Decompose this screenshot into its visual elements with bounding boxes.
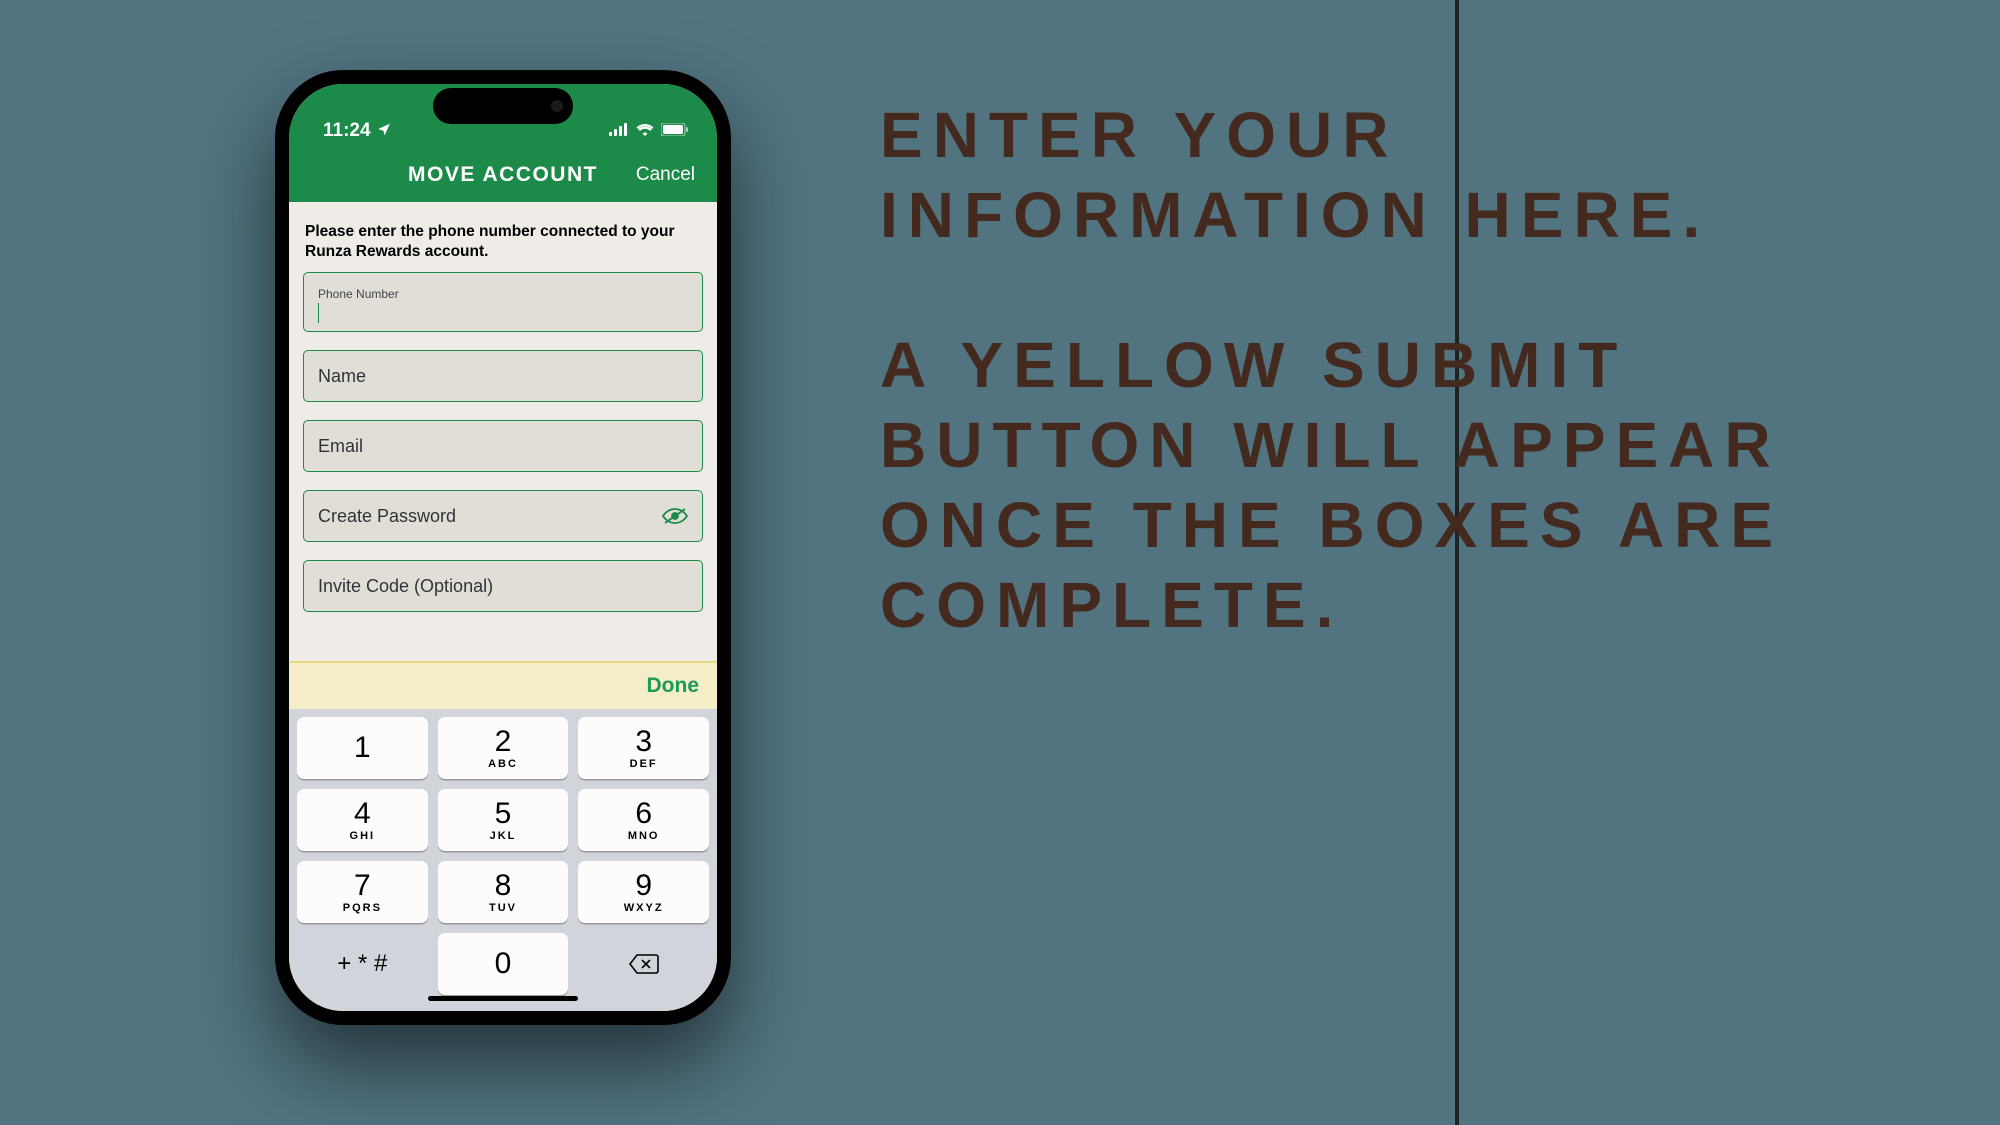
phone-mockup: 11:24 xyxy=(275,70,731,1025)
key-9[interactable]: 9WXYZ xyxy=(578,861,709,923)
name-field[interactable]: Name xyxy=(303,350,703,402)
key-8[interactable]: 8TUV xyxy=(438,861,569,923)
key-2[interactable]: 2ABC xyxy=(438,717,569,779)
key-1[interactable]: 1 xyxy=(297,717,428,779)
key-6[interactable]: 6MNO xyxy=(578,789,709,851)
status-time: 11:24 xyxy=(323,120,371,142)
location-icon xyxy=(377,120,391,142)
keyboard-toolbar: Done xyxy=(289,661,717,709)
phone-field[interactable]: Phone Number xyxy=(303,272,703,332)
name-placeholder: Name xyxy=(318,366,366,387)
app-header: MOVE ACCOUNT Cancel xyxy=(289,148,717,202)
wifi-icon xyxy=(636,120,654,142)
cancel-button[interactable]: Cancel xyxy=(636,164,695,186)
dynamic-island xyxy=(433,88,573,124)
form-prompt: Please enter the phone number connected … xyxy=(303,216,703,272)
key-delete[interactable] xyxy=(578,933,709,995)
password-placeholder: Create Password xyxy=(318,506,456,527)
battery-icon xyxy=(661,120,689,142)
password-field[interactable]: Create Password xyxy=(303,490,703,542)
instructions-text: ENTER YOUR INFORMATION HERE. A YELLOW SU… xyxy=(880,95,1930,645)
form-area: Please enter the phone number connected … xyxy=(289,202,717,630)
key-4[interactable]: 4GHI xyxy=(297,789,428,851)
instruction-line-2: A YELLOW SUBMIT BUTTON WILL APPEAR ONCE … xyxy=(880,325,1930,645)
phone-label: Phone Number xyxy=(318,287,399,301)
signal-icon xyxy=(609,120,629,142)
key-0[interactable]: 0 xyxy=(438,933,569,995)
invite-placeholder: Invite Code (Optional) xyxy=(318,576,493,597)
key-3[interactable]: 3DEF xyxy=(578,717,709,779)
keypad: 1 2ABC 3DEF 4GHI 5JKL 6MNO 7PQRS 8TUV 9W… xyxy=(289,709,717,995)
keyboard: Done 1 2ABC 3DEF 4GHI 5JKL 6MNO 7PQRS 8T… xyxy=(289,661,717,1011)
key-7[interactable]: 7PQRS xyxy=(297,861,428,923)
instruction-line-1: ENTER YOUR INFORMATION HERE. xyxy=(880,95,1930,255)
invite-code-field[interactable]: Invite Code (Optional) xyxy=(303,560,703,612)
done-button[interactable]: Done xyxy=(647,674,700,698)
show-password-icon[interactable] xyxy=(662,507,688,525)
key-symbols[interactable]: + * # xyxy=(297,933,428,995)
page-title: MOVE ACCOUNT xyxy=(408,163,598,187)
key-5[interactable]: 5JKL xyxy=(438,789,569,851)
email-field[interactable]: Email xyxy=(303,420,703,472)
text-cursor xyxy=(318,303,319,323)
home-indicator[interactable] xyxy=(428,996,578,1001)
email-placeholder: Email xyxy=(318,436,363,457)
